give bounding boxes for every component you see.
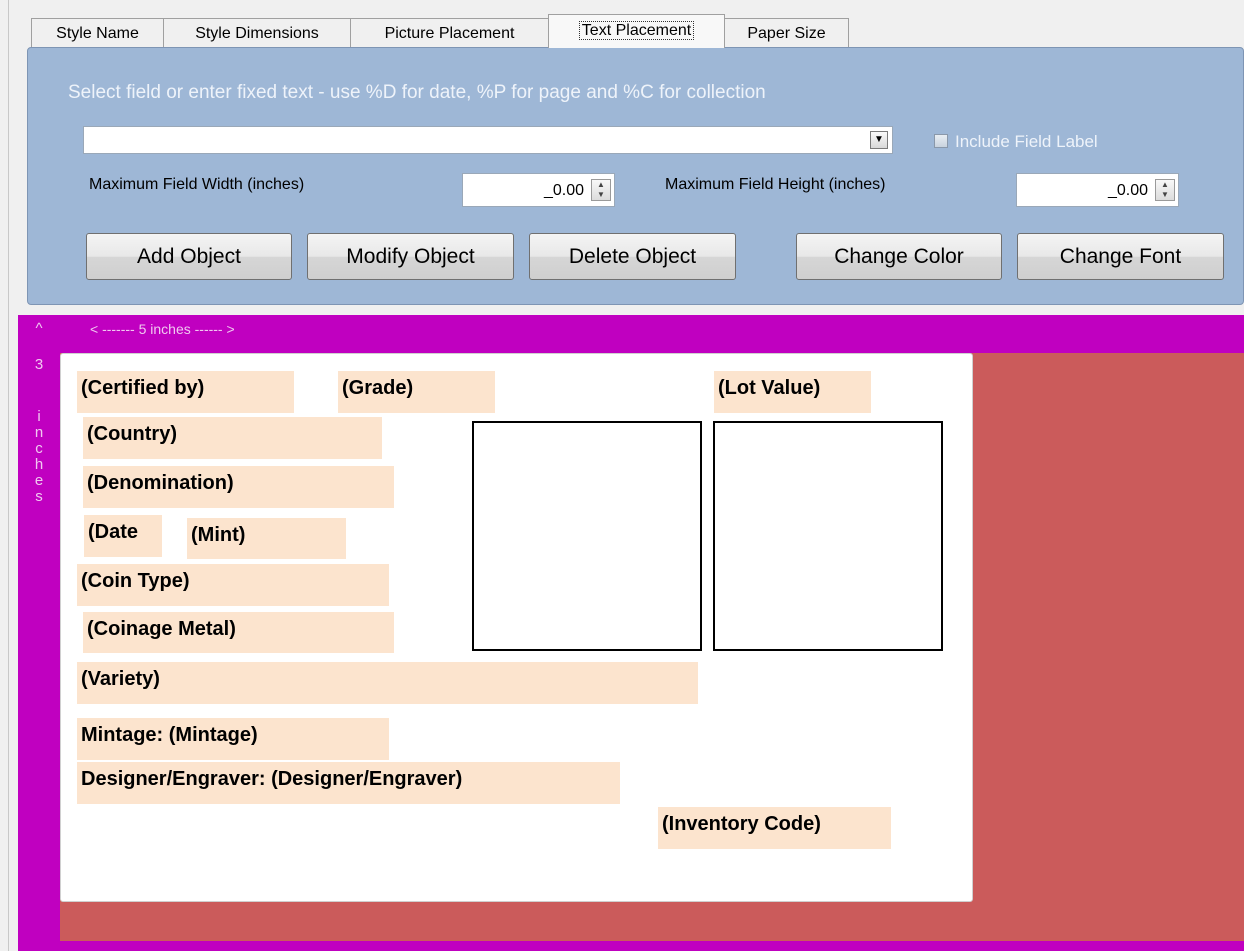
change-font-button[interactable]: Change Font xyxy=(1017,233,1224,280)
ruler-char: i xyxy=(37,408,41,425)
picture-frame-reverse[interactable] xyxy=(713,421,943,651)
field-lot-value[interactable]: (Lot Value) xyxy=(714,371,871,413)
picture-frame-obverse[interactable] xyxy=(472,421,702,651)
tab-style-dimensions[interactable]: Style Dimensions xyxy=(163,18,351,48)
spin-arrows-icon[interactable]: ▲ ▼ xyxy=(591,179,611,201)
tab-style-name[interactable]: Style Name xyxy=(31,18,164,48)
max-height-value: _0.00 xyxy=(1107,182,1148,199)
ruler-char: 3 xyxy=(34,356,44,373)
field-designer-engraver[interactable]: Designer/Engraver: (Designer/Engraver) xyxy=(77,762,620,804)
max-width-label: Maximum Field Width (inches) xyxy=(89,176,305,193)
field-mintage[interactable]: Mintage: (Mintage) xyxy=(77,718,389,760)
max-height-spinner[interactable]: _0.00 ▲ ▼ xyxy=(1016,173,1179,207)
ruler-char: h xyxy=(34,456,44,473)
instruction-text: Select field or enter fixed text - use %… xyxy=(68,82,766,103)
ruler-char: e xyxy=(34,472,44,489)
field-date[interactable]: (Date xyxy=(84,515,162,557)
field-variety[interactable]: (Variety) xyxy=(77,662,698,704)
field-combobox[interactable]: ▼ xyxy=(83,126,893,154)
field-coin-type[interactable]: (Coin Type) xyxy=(77,564,389,606)
add-object-button[interactable]: Add Object xyxy=(86,233,292,280)
include-field-label-text: Include Field Label xyxy=(955,132,1098,151)
tab-text-placement[interactable]: Text Placement xyxy=(548,14,725,48)
field-denomination[interactable]: (Denomination) xyxy=(83,466,394,508)
field-grade[interactable]: (Grade) xyxy=(338,371,495,413)
ruler-char: s xyxy=(35,488,43,505)
max-width-spinner[interactable]: _0.00 ▲ ▼ xyxy=(462,173,615,207)
tab-paper-size[interactable]: Paper Size xyxy=(724,18,849,48)
horizontal-ruler: < ------- 5 inches ------ > xyxy=(90,321,235,337)
max-width-value: _0.00 xyxy=(543,182,584,199)
delete-object-button[interactable]: Delete Object xyxy=(529,233,736,280)
tab-picture-placement[interactable]: Picture Placement xyxy=(350,18,549,48)
ruler-char: c xyxy=(35,440,43,457)
modify-object-button[interactable]: Modify Object xyxy=(307,233,514,280)
ruler-char: n xyxy=(34,424,44,441)
field-coinage-metal[interactable]: (Coinage Metal) xyxy=(83,612,394,653)
include-field-label-checkbox[interactable] xyxy=(934,134,948,148)
ruler-up-arrow: ^ xyxy=(35,320,43,337)
spin-arrows-icon[interactable]: ▲ ▼ xyxy=(1155,179,1175,201)
field-certified-by[interactable]: (Certified by) xyxy=(77,371,294,413)
dropdown-arrow-icon[interactable]: ▼ xyxy=(870,131,888,149)
change-color-button[interactable]: Change Color xyxy=(796,233,1002,280)
max-height-label: Maximum Field Height (inches) xyxy=(665,176,886,193)
field-mint[interactable]: (Mint) xyxy=(187,518,346,559)
window-edge xyxy=(0,0,9,951)
field-country[interactable]: (Country) xyxy=(83,417,382,459)
field-inventory-code[interactable]: (Inventory Code) xyxy=(658,807,891,849)
